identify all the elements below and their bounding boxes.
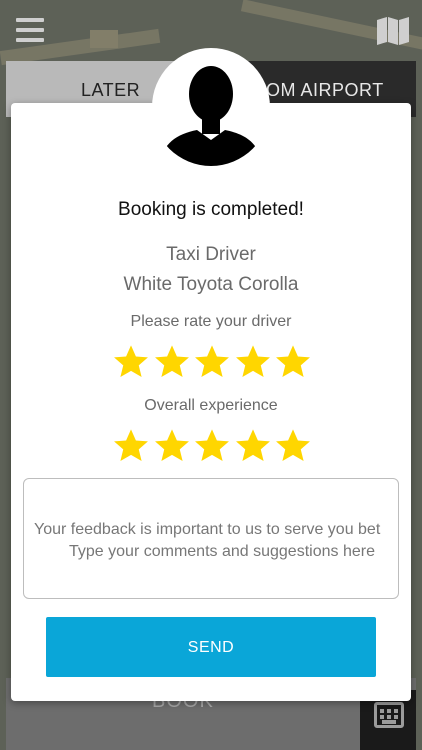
vehicle-description: White Toyota Corolla bbox=[123, 274, 299, 295]
feedback-hint-line2: Type your comments and suggestions here bbox=[69, 543, 375, 560]
star-icon[interactable] bbox=[193, 427, 231, 465]
feedback-hint-line1: Your feedback is important to us to serv… bbox=[34, 521, 381, 538]
feedback-textarea[interactable]: Your feedback is important to us to serv… bbox=[23, 478, 399, 599]
rate-driver-label: Please rate your driver bbox=[130, 313, 292, 330]
star-icon[interactable] bbox=[234, 343, 272, 381]
star-icon[interactable] bbox=[112, 343, 150, 381]
menu-icon[interactable] bbox=[16, 18, 44, 42]
map-icon[interactable] bbox=[376, 16, 410, 46]
star-icon[interactable] bbox=[193, 343, 231, 381]
star-icon[interactable] bbox=[234, 427, 272, 465]
tab-later-label: LATER bbox=[81, 80, 141, 100]
driver-avatar-icon bbox=[152, 48, 270, 166]
overall-experience-label: Overall experience bbox=[144, 397, 278, 414]
overall-rating-stars bbox=[112, 427, 312, 467]
send-button-label: SEND bbox=[187, 639, 235, 656]
keypad-icon bbox=[374, 702, 404, 728]
send-button[interactable]: SEND bbox=[46, 617, 376, 677]
star-icon[interactable] bbox=[274, 427, 312, 465]
star-icon[interactable] bbox=[153, 427, 191, 465]
tab-from-airport-label: OM AIRPORT bbox=[266, 80, 384, 100]
dialog-title: Booking is completed! bbox=[118, 199, 304, 220]
star-icon[interactable] bbox=[112, 427, 150, 465]
driver-name: Taxi Driver bbox=[166, 244, 256, 265]
star-icon[interactable] bbox=[153, 343, 191, 381]
star-icon[interactable] bbox=[274, 343, 312, 381]
driver-rating-stars bbox=[112, 343, 312, 383]
